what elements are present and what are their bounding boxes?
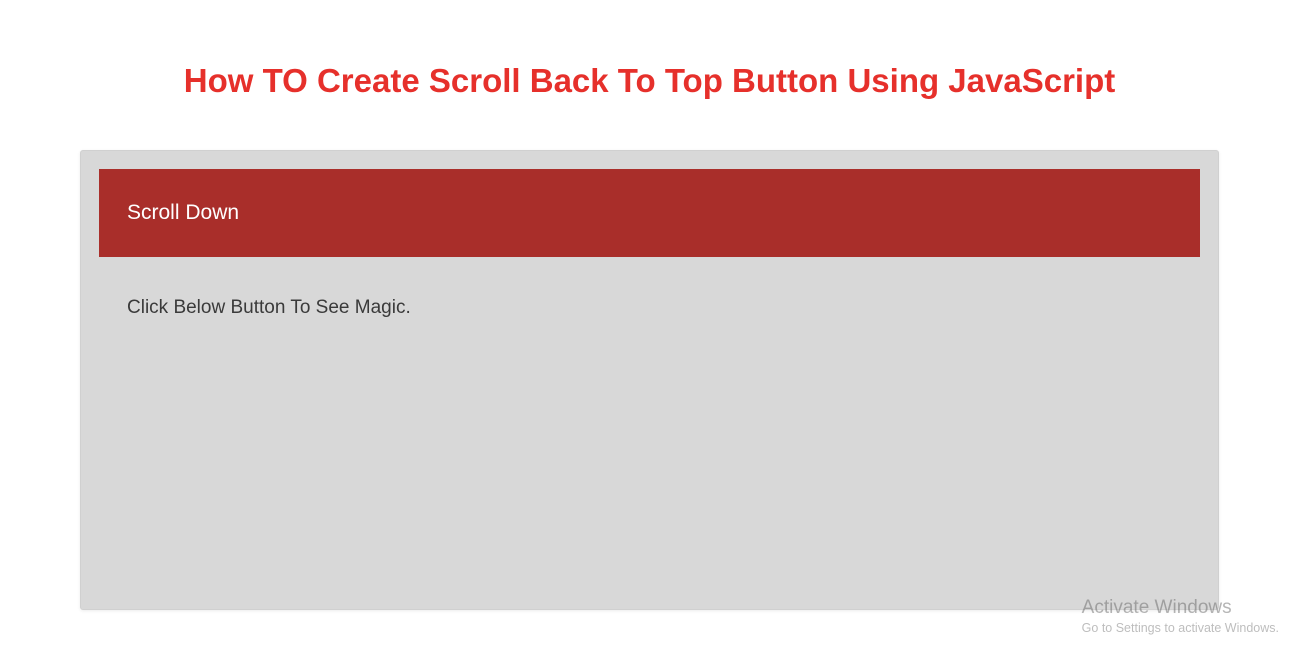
demo-panel: Scroll Down Click Below Button To See Ma… — [80, 150, 1219, 610]
watermark-title: Activate Windows — [1082, 597, 1279, 619]
watermark-subtitle: Go to Settings to activate Windows. — [1082, 621, 1279, 635]
panel-body-text: Click Below Button To See Magic. — [99, 257, 1200, 319]
page-title: How TO Create Scroll Back To Top Button … — [0, 62, 1299, 100]
panel-header: Scroll Down — [99, 169, 1200, 257]
windows-activation-watermark: Activate Windows Go to Settings to activ… — [1082, 597, 1279, 635]
